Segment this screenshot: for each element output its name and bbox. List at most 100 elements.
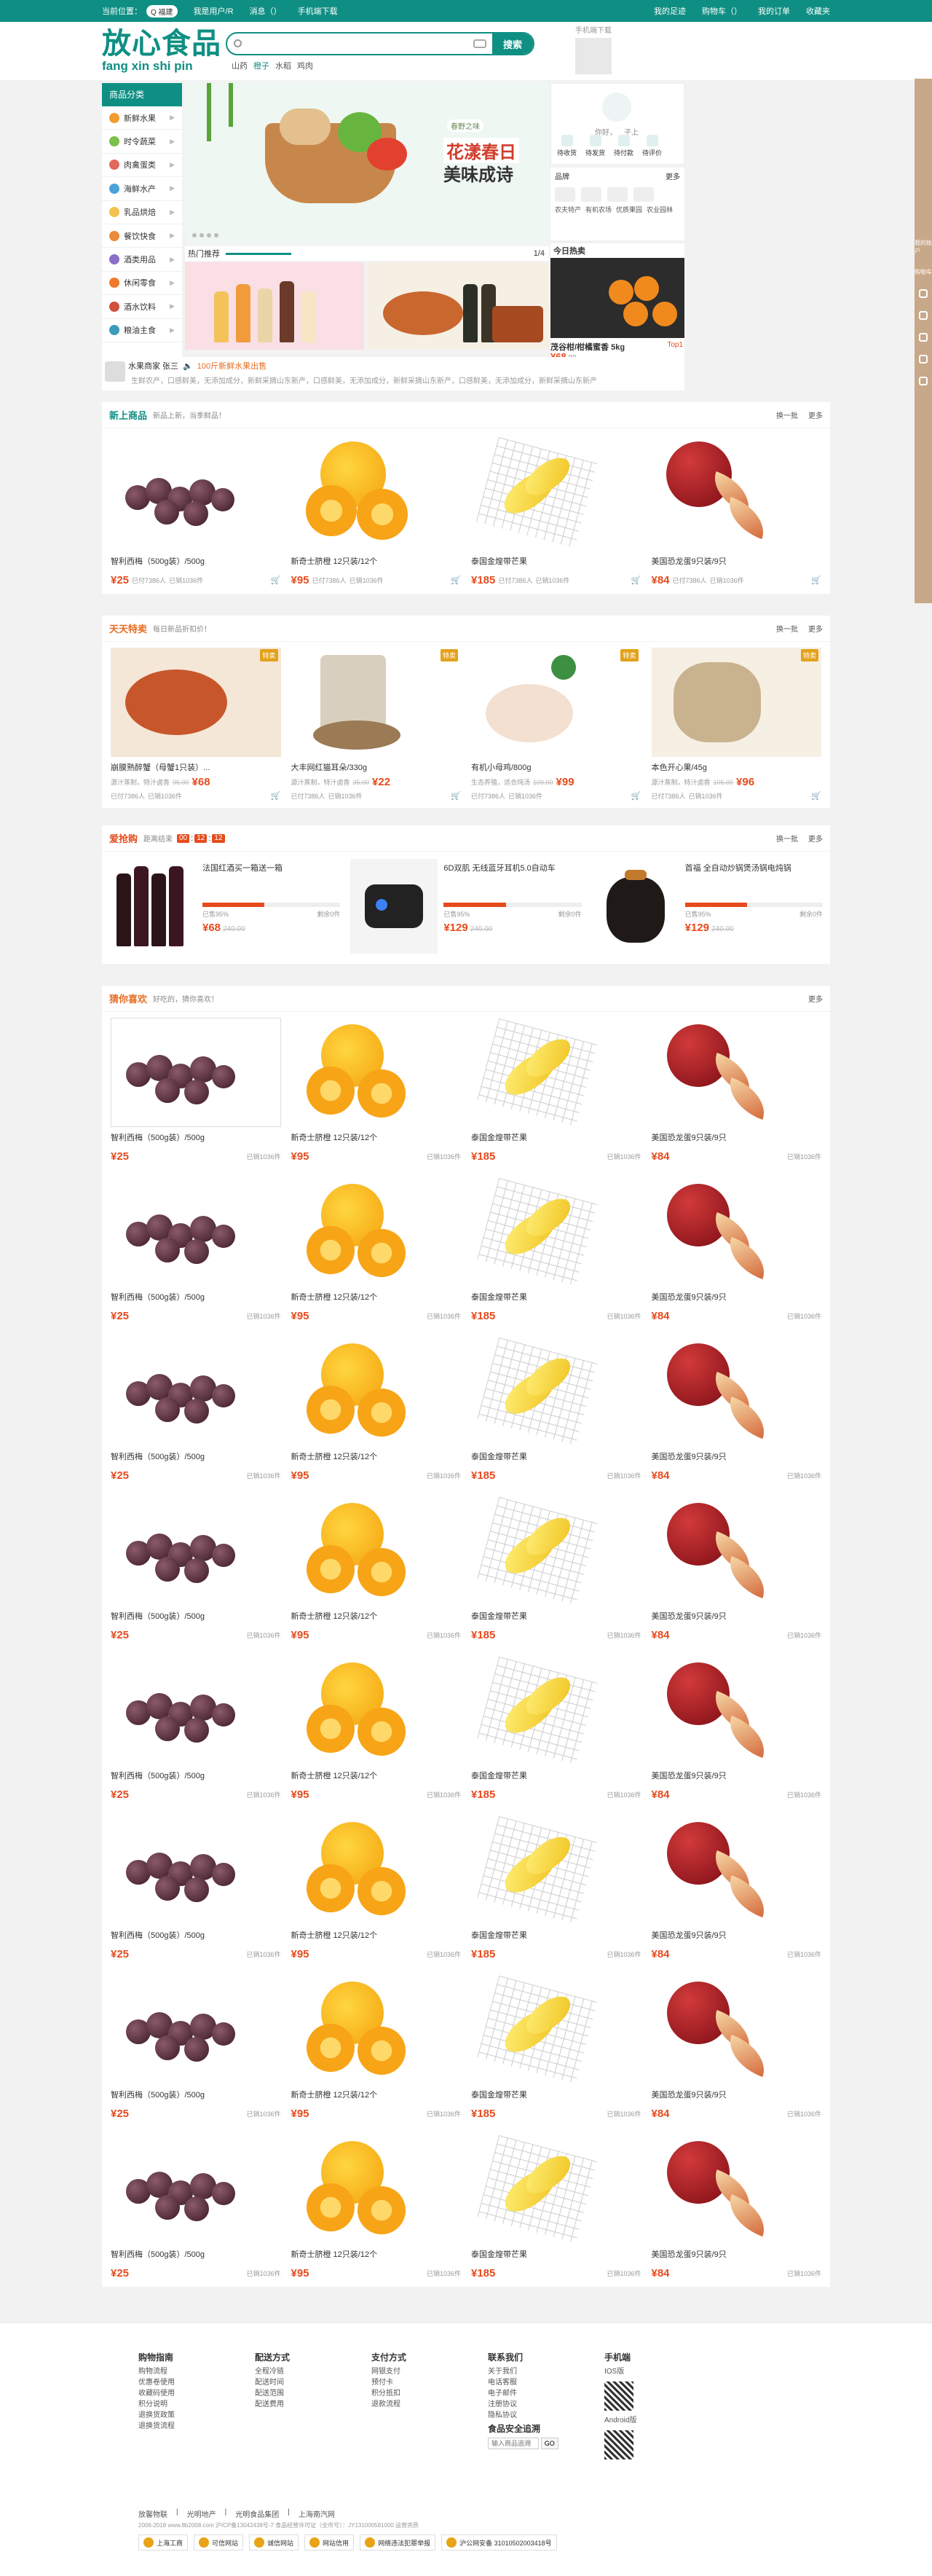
history-icon[interactable] — [919, 311, 928, 320]
product-card[interactable]: 新奇士脐橙 12只装/12个 ¥95 已销1036件 — [291, 1018, 461, 1163]
heart-icon[interactable] — [919, 289, 928, 298]
category-item[interactable]: 肉禽蛋类 ▶ — [102, 154, 182, 178]
product-card[interactable]: 新奇士脐橙 12只装/12个 ¥95 已销1036件 — [291, 1177, 461, 1322]
product-card[interactable]: 美国恐龙蛋9只装/9只 ¥84 已销1036件 — [651, 1496, 821, 1641]
cart-link[interactable]: 购物车（） — [702, 5, 742, 17]
messages-link[interactable]: 消息（） — [250, 5, 282, 17]
category-item[interactable]: 乳品烘焙 ▶ — [102, 201, 182, 224]
flash-item[interactable]: 首福 全自动炒锅煲汤锅电炖锅 已售95% 剩余0件 ¥129 240.00 — [591, 859, 823, 954]
flash-item[interactable]: 6D双肌 无线蓝牙耳机5.0自动车 已售95% 剩余0件 ¥129 240.00 — [350, 859, 582, 954]
more-link[interactable]: 更多 — [808, 409, 823, 420]
product-card[interactable]: 泰国金煌带芒果 ¥185 已销1036件 — [471, 1496, 641, 1641]
avatar[interactable] — [602, 93, 631, 122]
partner-link[interactable]: 放馨物联 — [138, 2508, 167, 2519]
order-shortcut[interactable]: 待发货 — [585, 135, 605, 157]
search-input[interactable] — [227, 34, 473, 54]
back-to-top-icon[interactable] — [919, 377, 928, 385]
brands-more-link[interactable]: 更多 — [666, 170, 680, 181]
product-card[interactable]: 特卖 大丰网红猫耳朵/330g 源汁蒸制，特汁卤香 35.00 ¥22 已付7386… — [291, 648, 461, 801]
product-card[interactable]: 新奇士脐橙 12只装/12个 ¥95 已销1036件 — [291, 1815, 461, 1960]
product-card[interactable]: 智利西梅（500g装）/500g ¥25 已销1036件 — [111, 2135, 281, 2279]
trust-badge[interactable]: 诚信网站 — [249, 2534, 299, 2551]
product-card[interactable]: 美国恐龙蛋9只装/9只 ¥84 已销1036件 — [651, 2135, 821, 2279]
favorites-link[interactable]: 收藏夹 — [806, 5, 830, 17]
footer-link[interactable]: 关于我们 — [488, 2366, 558, 2377]
product-card[interactable]: 泰国金煌带芒果 ¥185 已销1036件 — [471, 1656, 641, 1801]
brand-logo[interactable] — [633, 187, 654, 202]
product-card[interactable]: 泰国金煌带芒果 ¥185 已销1036件 — [471, 1018, 641, 1163]
product-card[interactable]: 智利西梅（500g装）/500g ¥25 已销1036件 — [111, 1975, 281, 2120]
brand-logo[interactable] — [581, 187, 601, 202]
order-shortcut[interactable]: 待评价 — [642, 135, 662, 157]
product-card[interactable]: 智利西梅（500g装）/500g ¥25 已销1036件 — [111, 1337, 281, 1482]
category-item[interactable]: 新鲜水果 ▶ — [102, 106, 182, 130]
footer-link[interactable]: 退换货流程 — [138, 2421, 175, 2432]
product-card[interactable]: 美国恐龙蛋9只装/9只 ¥84 已销1036件 — [651, 1018, 821, 1163]
notice-bar[interactable]: 水果商家 张三 🔈 100斤新鲜水果出售 生鲜农产，口感鲜美，无添加成分，新鲜采摘山… — [102, 357, 684, 390]
trace-input[interactable] — [488, 2438, 539, 2449]
change-batch-link[interactable]: 换一批 — [776, 623, 798, 634]
cart-icon[interactable]: 🛒 — [631, 576, 641, 585]
footer-link[interactable]: 全程冷链 — [255, 2366, 290, 2377]
product-card[interactable]: 美国恐龙蛋9只装/9只 ¥84 已销1036件 — [651, 1337, 821, 1482]
more-link[interactable]: 更多 — [808, 993, 823, 1004]
product-card[interactable]: 智利西梅（500g装）/500g ¥25 已销1036件 — [111, 1656, 281, 1801]
category-item[interactable]: 酒类用品 ▶ — [102, 248, 182, 272]
footer-link[interactable]: 隐私协议 — [488, 2410, 558, 2421]
flash-item[interactable]: 法国红酒买一箱送一箱 已售95% 剩余0件 ¥68 240.00 — [109, 859, 341, 954]
cart-icon[interactable]: 🛒 — [811, 576, 821, 585]
product-card[interactable]: 新奇士脐橙 12只装/12个 ¥95 已付7386人 已销1036件 🛒 — [291, 434, 461, 586]
footer-link[interactable]: 收藏码使用 — [138, 2388, 175, 2399]
cart-icon[interactable]: 🛒 — [271, 791, 281, 801]
change-batch-link[interactable]: 换一批 — [776, 409, 798, 420]
product-card[interactable]: 泰国金煌带芒果 ¥185 已销1036件 — [471, 1975, 641, 2120]
product-card[interactable]: 泰国金煌带芒果 ¥185 已销1036件 — [471, 2135, 641, 2279]
daily-hot[interactable]: 今日热卖 茂谷柑/柑橘蜜香 5kg Top1 ¥68 88 — [550, 243, 684, 362]
orders-link[interactable]: 我的订单 — [758, 5, 790, 17]
mobile-link[interactable]: 手机端下载 — [298, 5, 338, 17]
cart-icon[interactable]: 🛒 — [811, 791, 821, 801]
trust-badge[interactable]: 网站信用 — [304, 2534, 355, 2551]
footer-link[interactable]: 电子邮件 — [488, 2388, 558, 2399]
product-card[interactable]: 美国恐龙蛋9只装/9只 ¥84 已付7386人 已销1036件 🛒 — [651, 434, 821, 586]
message-icon[interactable] — [919, 333, 928, 342]
category-item[interactable]: 酒水饮料 ▶ — [102, 295, 182, 319]
account-link[interactable]: 我是用户/R — [194, 5, 234, 17]
hot-word[interactable]: 橙子 — [253, 60, 269, 71]
footer-link[interactable]: 电话客服 — [488, 2377, 558, 2388]
footprint-link[interactable]: 我的足迹 — [654, 5, 686, 17]
category-item[interactable]: 粮油主食 ▶ — [102, 319, 182, 342]
hot-word[interactable]: 鸡肉 — [297, 60, 313, 71]
change-batch-link[interactable]: 换一批 — [776, 833, 798, 844]
more-link[interactable]: 更多 — [808, 623, 823, 634]
footer-link[interactable]: 配送时间 — [255, 2377, 290, 2388]
product-card[interactable]: 特卖 崩膜熟醉蟹（母蟹1只装）... 源汁蒸制，特汁卤香 95.00 ¥68 已付7… — [111, 648, 281, 801]
footer-link[interactable]: 退换货政策 — [138, 2410, 175, 2421]
main-banner[interactable]: 春野之味 花漾春日 美味成诗 — [185, 83, 549, 243]
product-card[interactable]: 美国恐龙蛋9只装/9只 ¥84 已销1036件 — [651, 1975, 821, 2120]
logo[interactable]: 放心食品 fang xin shi pin — [102, 28, 221, 73]
product-card[interactable]: 智利西梅（500g装）/500g ¥25 已销1036件 — [111, 1496, 281, 1641]
brand-logo[interactable] — [607, 187, 628, 202]
product-card[interactable]: 泰国金煌带芒果 ¥185 已付7386人 已销1036件 🛒 — [471, 434, 641, 586]
footer-link[interactable]: 配送范围 — [255, 2388, 290, 2399]
trust-badge[interactable]: 可信网站 — [194, 2534, 244, 2551]
product-card[interactable]: 新奇士脐橙 12只装/12个 ¥95 已销1036件 — [291, 1975, 461, 2120]
product-card[interactable]: 智利西梅（500g装）/500g ¥25 已销1036件 — [111, 1815, 281, 1960]
footer-link[interactable]: 预付卡 — [371, 2377, 406, 2388]
product-card[interactable]: 特卖 有机小母鸡/800g 生态养殖，适合炖汤 109.00 ¥99 已付7386人… — [471, 648, 641, 801]
product-card[interactable]: 新奇士脐橙 12只装/12个 ¥95 已销1036件 — [291, 1337, 461, 1482]
product-card[interactable]: 新奇士脐橙 12只装/12个 ¥95 已销1036件 — [291, 1656, 461, 1801]
account-shortcut[interactable]: 我的账户 — [915, 239, 932, 255]
more-link[interactable]: 更多 — [808, 833, 823, 844]
product-card[interactable]: 智利西梅（500g装）/500g ¥25 已销1036件 — [111, 1018, 281, 1163]
product-card[interactable]: 美国恐龙蛋9只装/9只 ¥84 已销1036件 — [651, 1177, 821, 1322]
order-shortcut[interactable]: 待付款 — [614, 135, 633, 157]
qr-icon[interactable] — [919, 355, 928, 364]
brand-logo[interactable] — [555, 187, 575, 202]
search-button[interactable]: 搜索 — [492, 34, 533, 54]
promo-drinks[interactable] — [185, 262, 364, 350]
location-pill[interactable]: Q 福建 — [146, 4, 178, 17]
product-card[interactable]: 美国恐龙蛋9只装/9只 ¥84 已销1036件 — [651, 1656, 821, 1801]
category-item[interactable]: 海鲜水产 ▶ — [102, 177, 182, 201]
